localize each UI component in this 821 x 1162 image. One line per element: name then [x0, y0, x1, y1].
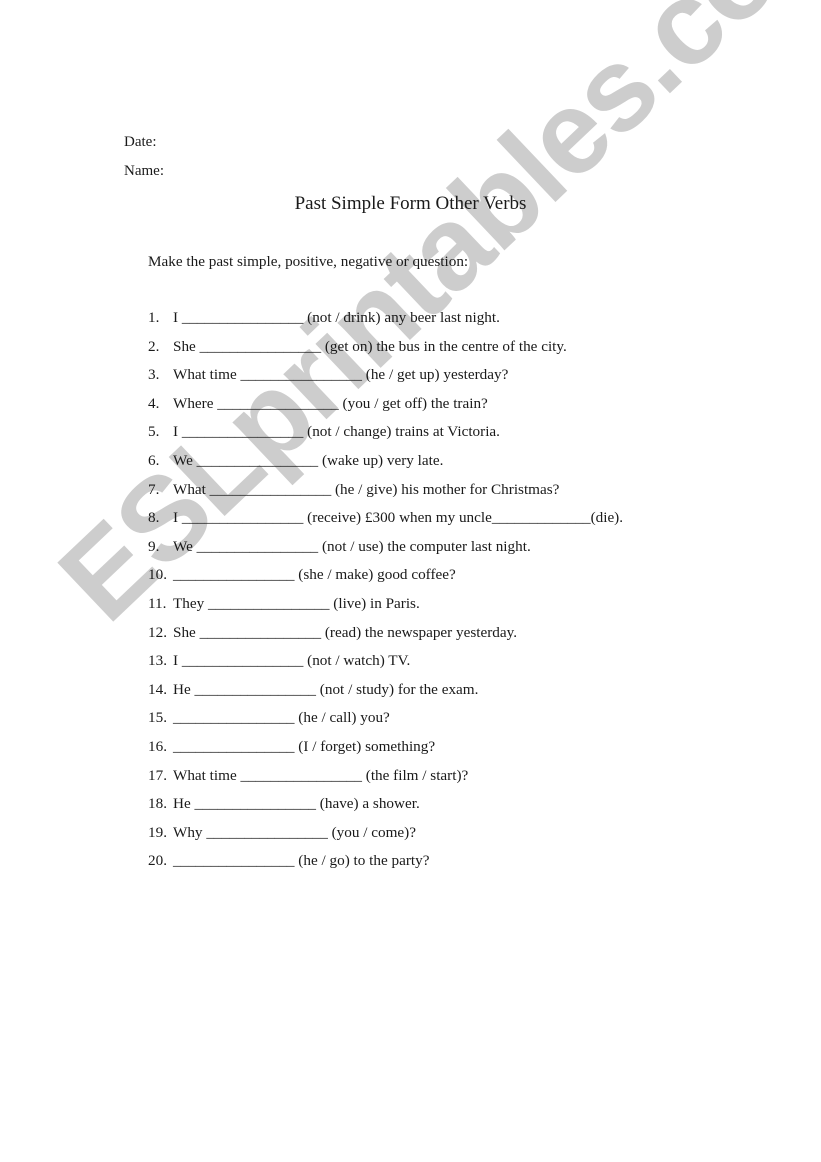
exercise-item: 3. What time ________________ (he / get u… — [148, 366, 623, 395]
exercise-number: 3. — [148, 366, 160, 384]
exercise-number: 11. — [148, 594, 167, 612]
exercise-text: What time ________________ (the film / s… — [173, 766, 469, 784]
exercise-text: He ________________ (have) a shower. — [173, 795, 420, 813]
exercise-number: 14. — [148, 680, 167, 698]
exercise-text: Why ________________ (you / come)? — [173, 823, 416, 841]
exercise-number: 16. — [148, 737, 167, 755]
exercise-text: I ________________ (not / watch) TV. — [173, 652, 411, 670]
exercise-item: 4. Where ________________ (you / get off)… — [148, 395, 623, 424]
worksheet-page: ESLprintables.com Date: Name: Past Simpl… — [0, 0, 821, 1162]
exercise-item: 7. What ________________ (he / give) his … — [148, 481, 623, 510]
exercise-number: 18. — [148, 795, 167, 813]
exercise-text: They ________________ (live) in Paris. — [173, 594, 420, 612]
exercise-text: What time ________________ (he / get up)… — [173, 366, 509, 384]
exercise-item: 12. She ________________ (read) the newsp… — [148, 624, 623, 653]
exercise-item: 11. They ________________ (live) in Paris… — [148, 595, 623, 624]
exercise-number: 15. — [148, 709, 167, 727]
exercise-number: 6. — [148, 451, 160, 469]
exercise-text: ________________ (she / make) good coffe… — [173, 566, 456, 584]
exercise-number: 4. — [148, 394, 160, 412]
exercise-number: 19. — [148, 823, 167, 841]
exercise-number: 8. — [148, 509, 160, 527]
exercise-item: 20. ________________ (he / go) to the par… — [148, 852, 623, 881]
exercise-text: ________________ (he / call) you? — [173, 709, 390, 727]
exercise-text: ________________ (he / go) to the party? — [173, 852, 430, 870]
exercise-text: She ________________ (read) the newspape… — [173, 623, 518, 641]
exercise-text: We ________________ (not / use) the comp… — [173, 537, 531, 555]
exercise-number: 20. — [148, 852, 167, 870]
exercise-number: 17. — [148, 766, 167, 784]
exercise-text: ________________ (I / forget) something? — [173, 737, 436, 755]
exercise-item: 18. He ________________ (have) a shower. — [148, 795, 623, 824]
exercise-number: 13. — [148, 652, 167, 670]
exercise-text: I ________________ (receive) £300 when m… — [173, 509, 624, 527]
page-title-text: Past Simple Form Other Verbs — [294, 193, 527, 214]
exercise-item: 17. What time ________________ (the film … — [148, 767, 623, 796]
exercise-text: Where ________________ (you / get off) t… — [173, 394, 488, 412]
page-title: Past Simple Form Other Verbs — [0, 193, 821, 215]
exercise-text: She ________________ (get on) the bus in… — [173, 337, 567, 355]
exercise-item: 9. We ________________ (not / use) the co… — [148, 538, 623, 567]
exercise-item: 10. ________________ (she / make) good co… — [148, 566, 623, 595]
name-label: Name: — [124, 163, 164, 179]
exercise-text: I ________________ (not / drink) any bee… — [173, 309, 500, 326]
exercise-item: 14. He ________________ (not / study) for… — [148, 681, 623, 710]
exercise-text: I ________________ (not / change) trains… — [173, 423, 500, 441]
exercise-item: 1. I ________________ (not / drink) any b… — [148, 309, 623, 338]
exercise-item: 8. I ________________ (receive) £300 when… — [148, 509, 623, 538]
exercise-number: 12. — [148, 623, 167, 641]
exercise-item: 2. She ________________ (get on) the bus … — [148, 338, 623, 367]
exercise-text: He ________________ (not / study) for th… — [173, 680, 479, 698]
exercise-text: We ________________ (wake up) very late. — [173, 451, 444, 469]
date-label: Date: — [124, 134, 157, 150]
exercise-number: 1. — [148, 309, 160, 326]
exercise-item: 6. We ________________ (wake up) very lat… — [148, 452, 623, 481]
exercise-list: 1. I ________________ (not / drink) any b… — [148, 309, 623, 881]
instructions: Make the past simple, positive, negative… — [148, 253, 469, 270]
exercise-number: 5. — [148, 423, 160, 441]
exercise-number: 9. — [148, 537, 160, 555]
exercise-number: 2. — [148, 337, 160, 355]
exercise-item: 15. ________________ (he / call) you? — [148, 709, 623, 738]
exercise-item: 5. I ________________ (not / change) trai… — [148, 423, 623, 452]
exercise-item: 16. ________________ (I / forget) somethi… — [148, 738, 623, 767]
exercise-text: What ________________ (he / give) his mo… — [173, 480, 560, 498]
exercise-item: 13. I ________________ (not / watch) TV. — [148, 652, 623, 681]
exercise-number: 7. — [148, 480, 160, 498]
exercise-number: 10. — [148, 566, 167, 584]
exercise-item: 19. Why ________________ (you / come)? — [148, 824, 623, 853]
